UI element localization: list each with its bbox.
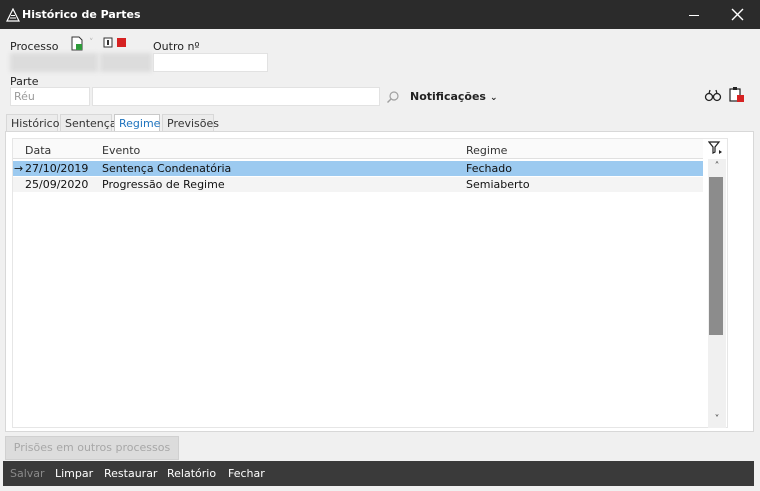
table-row[interactable]: 25/09/2020 Progressão de Regime Semiaber… bbox=[13, 177, 703, 192]
regime-grid: Data Evento Regime → 27/10/2019 Sentença… bbox=[12, 138, 728, 428]
salvar-button[interactable]: Salvar bbox=[10, 467, 45, 480]
current-row-arrow-icon: → bbox=[14, 162, 24, 175]
cell-regime: Semiaberto bbox=[466, 178, 530, 191]
scroll-up-icon[interactable]: ˄ bbox=[711, 161, 723, 173]
tab-historico[interactable]: Histórico bbox=[6, 114, 59, 132]
fechar-button[interactable]: Fechar bbox=[228, 467, 265, 480]
app-logo-icon bbox=[6, 8, 20, 22]
outro-numero-label: Outro nº bbox=[153, 40, 200, 53]
document-add-icon[interactable] bbox=[70, 36, 84, 51]
vertical-scrollbar[interactable]: ˄ ˅ bbox=[708, 159, 726, 428]
tab-sentenca[interactable]: Sentença bbox=[60, 114, 117, 132]
processo-digit-field-redacted[interactable] bbox=[100, 53, 152, 72]
action-bar: Salvar Limpar Restaurar Relatório Fechar bbox=[3, 461, 754, 486]
window-title: Histórico de Partes bbox=[22, 8, 141, 21]
notificacoes-dropdown[interactable]: Notificações ⌄ bbox=[410, 90, 498, 103]
clipboard-alert-icon[interactable] bbox=[728, 86, 744, 103]
prisoes-outros-processos-button[interactable]: Prisões em outros processos bbox=[5, 436, 179, 460]
parte-nome-field[interactable] bbox=[92, 87, 380, 106]
tab-previsoes[interactable]: Previsões bbox=[162, 114, 219, 132]
processo-label: Processo bbox=[10, 40, 59, 53]
outro-numero-field[interactable] bbox=[153, 53, 268, 72]
column-header-data[interactable]: Data bbox=[25, 144, 51, 157]
parte-tipo-field[interactable] bbox=[10, 87, 90, 106]
search-icon[interactable] bbox=[386, 90, 400, 104]
column-header-evento[interactable]: Evento bbox=[102, 144, 140, 157]
notificacoes-label: Notificações bbox=[410, 90, 486, 103]
outro-numero-input[interactable] bbox=[154, 54, 267, 71]
cell-evento: Sentença Condenatória bbox=[102, 162, 232, 175]
close-icon[interactable] bbox=[725, 4, 749, 26]
cell-data: 27/10/2019 bbox=[25, 162, 89, 175]
scroll-down-icon[interactable]: ˅ bbox=[711, 414, 723, 426]
chevron-down-icon: ⌄ bbox=[489, 93, 498, 103]
parte-tipo-input[interactable] bbox=[11, 88, 89, 105]
chevron-down-icon[interactable]: ˅ bbox=[89, 38, 94, 48]
cell-regime: Fechado bbox=[466, 162, 512, 175]
flag-icon[interactable] bbox=[103, 37, 127, 50]
cell-data: 25/09/2020 bbox=[25, 178, 89, 191]
regime-panel: Data Evento Regime → 27/10/2019 Sentença… bbox=[5, 131, 754, 432]
tab-regime[interactable]: Regime bbox=[114, 114, 160, 132]
filter-icon[interactable] bbox=[708, 140, 724, 156]
cell-evento: Progressão de Regime bbox=[102, 178, 225, 191]
minimize-icon bbox=[689, 15, 699, 16]
title-bar: Histórico de Partes bbox=[0, 0, 760, 29]
column-header-regime[interactable]: Regime bbox=[466, 144, 507, 157]
processo-field-redacted[interactable] bbox=[10, 53, 98, 72]
limpar-button[interactable]: Limpar bbox=[55, 467, 93, 480]
scroll-thumb[interactable] bbox=[709, 177, 723, 335]
relatorio-button[interactable]: Relatório bbox=[167, 467, 216, 480]
table-row[interactable]: → 27/10/2019 Sentença Condenatória Fecha… bbox=[13, 161, 703, 176]
grid-header: Data Evento Regime bbox=[13, 139, 703, 159]
parte-nome-input[interactable] bbox=[93, 88, 379, 105]
minimize-button[interactable] bbox=[683, 4, 707, 26]
restaurar-button[interactable]: Restaurar bbox=[104, 467, 157, 480]
binoculars-icon[interactable] bbox=[704, 88, 722, 102]
